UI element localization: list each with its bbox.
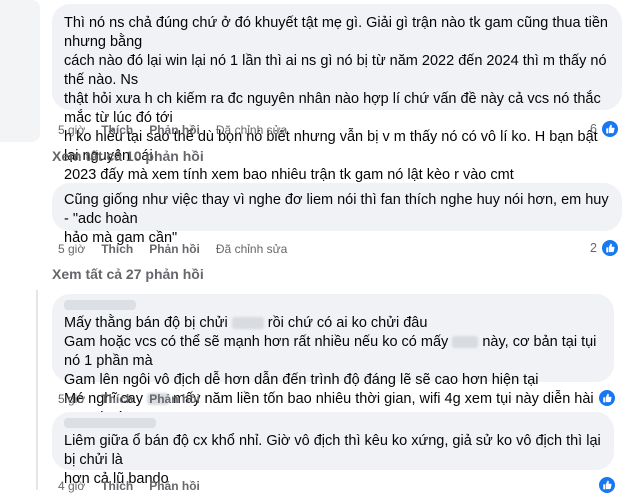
comment-text: Thì nó ns chả đúng chứ ở đó khuyết tật m… [64,15,608,50]
comment-actions: 4 giờ Thích Phản hồi [58,479,200,493]
reply-button[interactable]: Phản hồi [149,392,200,406]
like-button[interactable]: Thích [101,479,133,493]
thread-line [36,290,38,490]
comment-time[interactable]: 4 giờ [58,479,85,493]
avatar [0,0,40,142]
comment-bubble: Mấy thằng bán độ bị chửi rồi chứ có ai k… [52,294,614,426]
reaction-summary[interactable]: 6 [590,120,619,138]
comment-text: cách nào đó lại win lại nó 1 lần thì ai … [64,53,607,88]
author-name-redacted [64,300,136,310]
comment-time[interactable]: 5 giờ [58,242,85,256]
author-name-redacted [64,418,156,428]
reaction-summary[interactable] [598,389,616,407]
see-all-replies-label: Xem tất cả 27 phản hồi [52,266,204,282]
comment-bubble: Cũng giống như việc thay vì nghe đơ liem… [52,183,622,246]
edited-label: Đã chỉnh sửa [215,242,288,256]
reply-button[interactable]: Phản hồi [149,479,200,493]
reaction-count: 6 [590,122,597,136]
see-all-replies-button[interactable]: Xem tất cả 10 phản hồi [52,148,204,164]
comment-actions: 5 giờ Thích Phản hồi [58,392,200,406]
reaction-summary[interactable]: 2 [590,239,619,257]
like-button[interactable]: Thích [101,123,133,137]
edited-label: Đã chỉnh sửa [215,123,288,137]
comment-bubble: Thì nó ns chả đúng chứ ở đó khuyết tật m… [52,4,622,183]
like-button[interactable]: Thích [101,242,133,256]
comment-text: Mấy thằng bán độ bị chửi rồi chứ có ai k… [64,315,428,331]
thumbs-up-icon [600,239,619,257]
comment-text: Gam lên ngôi vô địch dễ hơn dẫn đến trìn… [64,372,539,388]
comment-text: Cũng giống như việc thay vì nghe đơ liem… [64,192,609,227]
redacted-word [231,317,264,330]
redacted-word [452,336,479,349]
comment-actions: 5 giờ Thích Phản hồi Đã chỉnh sửa [58,242,287,256]
comment-bubble: Liêm giữa ổ bán độ cx khổ nhỉ. Giờ vô đị… [52,412,614,487]
reply-button[interactable]: Phản hồi [149,242,200,256]
comment-actions: 5 giờ Thích Phản hồi Đã chỉnh sửa [58,123,287,137]
reaction-count: 2 [590,241,597,255]
thumbs-up-icon [598,476,616,494]
thumbs-up-icon [600,120,619,138]
comment-text: Gam hoặc vcs có thể sẽ mạnh hơn rất nhiề… [64,334,597,369]
see-all-replies-button[interactable]: Xem tất cả 27 phản hồi [52,266,204,282]
comment-time[interactable]: 5 giờ [58,123,85,137]
see-all-replies-label: Xem tất cả 10 phản hồi [52,148,204,164]
thumbs-up-icon [598,389,616,407]
like-button[interactable]: Thích [101,392,133,406]
reaction-summary[interactable] [598,476,616,494]
comment-text: Liêm giữa ổ bán độ cx khổ nhỉ. Giờ vô đị… [64,433,601,468]
comment-time[interactable]: 5 giờ [58,392,85,406]
reply-button[interactable]: Phản hồi [149,123,200,137]
